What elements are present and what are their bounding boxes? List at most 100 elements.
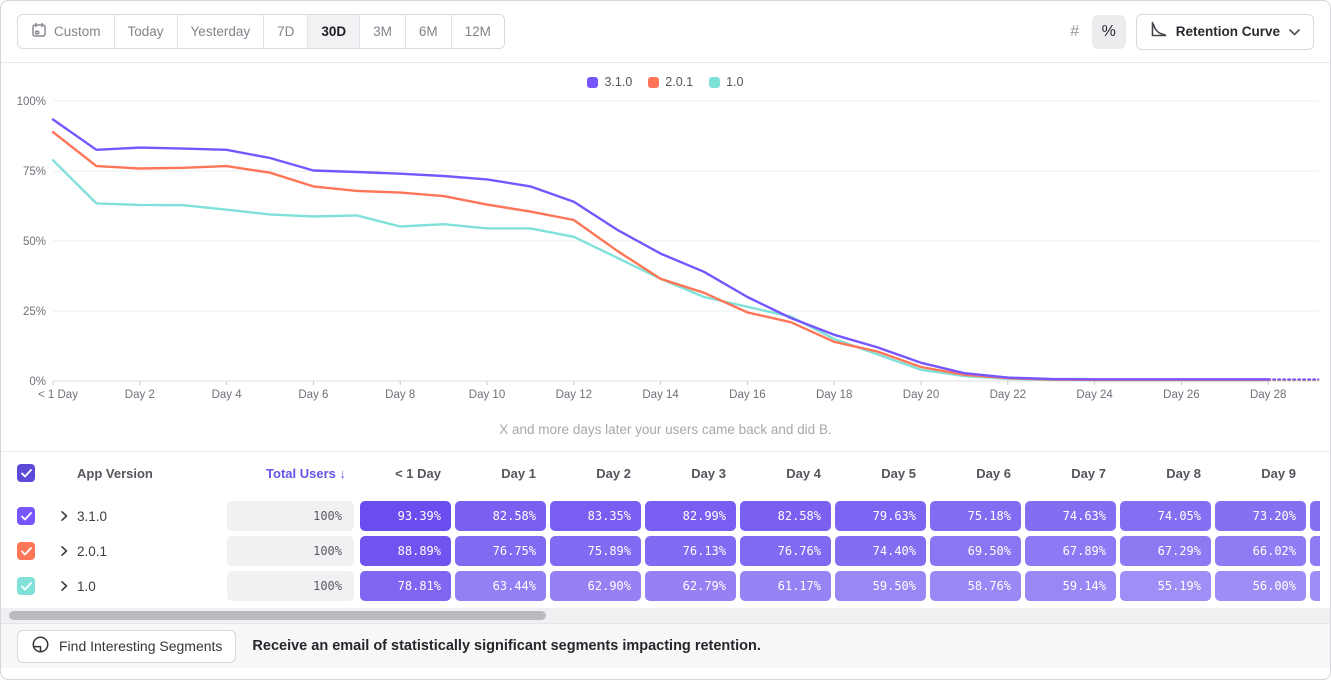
app-version-label: 3.1.0 (77, 509, 227, 524)
y-axis-tick-label: 25% (23, 306, 46, 318)
retention-cell-1.0-day5[interactable]: 59.50% (835, 571, 926, 601)
toolbar-right: #% Retention Curve (1058, 14, 1314, 50)
series-line-1.0[interactable] (53, 160, 1268, 380)
date-range-7d[interactable]: 7D (264, 15, 308, 48)
legend-item-3.1.0[interactable]: 3.1.0 (587, 75, 632, 89)
column-day-7: Day 7 (1025, 466, 1116, 481)
x-axis-tick-label: < 1 Day (38, 389, 78, 401)
retention-cell-3.1.0-day2[interactable]: 83.35% (550, 501, 641, 531)
retention-cell-1.0-day9[interactable]: 56.00% (1215, 571, 1306, 601)
column-day-4: Day 4 (740, 466, 831, 481)
find-interesting-segments-button[interactable]: Find Interesting Segments (17, 630, 236, 663)
row-checkbox[interactable] (17, 507, 35, 525)
series-line-3.1.0[interactable] (53, 120, 1268, 380)
retention-cell-2.0.1-day7[interactable]: 67.89% (1025, 536, 1116, 566)
x-axis-tick-label: Day 18 (816, 389, 852, 401)
retention-cell-2.0.1-day5[interactable]: 74.40% (835, 536, 926, 566)
date-range-label: 3M (373, 24, 392, 39)
chart-type-dropdown[interactable]: Retention Curve (1136, 14, 1314, 50)
table-row-2.0.1: 2.0.1100%88.89%76.75%75.89%76.13%76.76%7… (1, 535, 1330, 567)
chevron-down-icon (1289, 23, 1300, 41)
retention-cell-3.1.0-day4[interactable]: 82.58% (740, 501, 831, 531)
x-axis-tick-label: Day 16 (729, 389, 765, 401)
footer-bar: Find Interesting Segments Receive an ema… (1, 623, 1330, 668)
x-axis-tick-label: Day 4 (212, 389, 243, 401)
app-version-label: 2.0.1 (77, 544, 227, 559)
legend-label: 3.1.0 (604, 75, 632, 89)
row-checkbox[interactable] (17, 542, 35, 560)
footer-message: Receive an email of statistically signif… (252, 638, 760, 654)
retention-cell-3.1.0-day5[interactable]: 79.63% (835, 501, 926, 531)
x-axis-tick-label: Day 10 (469, 389, 505, 401)
legend-item-2.0.1[interactable]: 2.0.1 (648, 75, 693, 89)
unit-toggle: #% (1058, 15, 1126, 49)
retention-cell-2.0.1-day9[interactable]: 66.02% (1215, 536, 1306, 566)
date-range-3m[interactable]: 3M (360, 15, 406, 48)
column-app-version: App Version (77, 466, 227, 481)
date-range-today[interactable]: Today (115, 15, 178, 48)
retention-report-panel: Custom Today Yesterday 7D 30D 3M 6M12M #% Rete… (0, 0, 1331, 680)
row-expander[interactable] (57, 509, 77, 523)
retention-cell-1.0-day0[interactable]: 78.81% (360, 571, 451, 601)
absolute-numbers-toggle[interactable]: # (1058, 15, 1092, 49)
chart-subtitle: X and more days later your users came ba… (1, 414, 1330, 451)
column-day-3: Day 3 (645, 466, 736, 481)
row-checkbox[interactable] (17, 577, 35, 595)
date-range-label: 7D (277, 24, 294, 39)
select-all-checkbox[interactable] (17, 464, 35, 482)
date-range-label: Custom (54, 24, 101, 39)
retention-cell-1.0-day1[interactable]: 63.44% (455, 571, 546, 601)
date-range-12m[interactable]: 12M (452, 15, 504, 48)
date-range-30d[interactable]: 30D (308, 15, 360, 48)
horizontal-scrollbar-thumb[interactable] (9, 611, 546, 620)
horizontal-scrollbar[interactable] (1, 608, 1330, 623)
retention-cell-2.0.1-day0[interactable]: 88.89% (360, 536, 451, 566)
retention-cell-1.0-day7[interactable]: 59.14% (1025, 571, 1116, 601)
retention-cell-1.0-day3[interactable]: 62.79% (645, 571, 736, 601)
table-row-3.1.0: 3.1.0100%93.39%82.58%83.35%82.99%82.58%7… (1, 500, 1330, 532)
column-day-9: Day 9 (1215, 466, 1306, 481)
chevron-right-icon (57, 509, 71, 523)
chart-canvas: 0%25%50%75%100%< 1 DayDay 2Day 4Day 6Day… (1, 93, 1330, 409)
column-day-2: Day 2 (550, 466, 641, 481)
retention-cell-2.0.1-day4[interactable]: 76.76% (740, 536, 831, 566)
retention-cell-2.0.1-day6[interactable]: 69.50% (930, 536, 1021, 566)
legend-swatch (648, 77, 659, 88)
chart-type-label: Retention Curve (1176, 24, 1280, 39)
retention-cell-1.0-day2[interactable]: 62.90% (550, 571, 641, 601)
retention-cell-clipped (1310, 571, 1320, 601)
retention-cell-3.1.0-day7[interactable]: 74.63% (1025, 501, 1116, 531)
retention-cell-1.0-day6[interactable]: 58.76% (930, 571, 1021, 601)
date-range-custom[interactable]: Custom (18, 15, 115, 48)
total-users-cell: 100% (227, 536, 354, 566)
x-axis-tick-label: Day 24 (1076, 389, 1113, 401)
x-axis-tick-label: Day 28 (1250, 389, 1286, 401)
row-expander[interactable] (57, 579, 77, 593)
table-body: 3.1.0100%93.39%82.58%83.35%82.99%82.58%7… (1, 494, 1330, 602)
row-expander[interactable] (57, 544, 77, 558)
legend-label: 2.0.1 (665, 75, 693, 89)
date-range-yesterday[interactable]: Yesterday (178, 15, 265, 48)
legend-label: 1.0 (726, 75, 743, 89)
date-range-6m[interactable]: 6M (406, 15, 452, 48)
retention-cell-3.1.0-day6[interactable]: 75.18% (930, 501, 1021, 531)
retention-cell-2.0.1-day3[interactable]: 76.13% (645, 536, 736, 566)
retention-cell-3.1.0-day8[interactable]: 74.05% (1120, 501, 1211, 531)
chart-legend: 3.1.0 2.0.1 1.0 (1, 71, 1330, 93)
date-range-label: Yesterday (191, 24, 251, 39)
retention-cell-clipped (1310, 501, 1320, 531)
retention-cell-2.0.1-day1[interactable]: 76.75% (455, 536, 546, 566)
legend-item-1.0[interactable]: 1.0 (709, 75, 743, 89)
column-total-users-sort[interactable]: Total Users ↓ (227, 466, 360, 481)
retention-cell-1.0-day8[interactable]: 55.19% (1120, 571, 1211, 601)
retention-cell-2.0.1-day8[interactable]: 67.29% (1120, 536, 1211, 566)
retention-cell-3.1.0-day1[interactable]: 82.58% (455, 501, 546, 531)
percentage-toggle[interactable]: % (1092, 15, 1126, 49)
retention-cell-2.0.1-day2[interactable]: 75.89% (550, 536, 641, 566)
retention-cell-3.1.0-day0[interactable]: 93.39% (360, 501, 451, 531)
retention-cell-3.1.0-day9[interactable]: 73.20% (1215, 501, 1306, 531)
series-line-2.0.1[interactable] (53, 132, 1268, 380)
retention-cell-3.1.0-day3[interactable]: 82.99% (645, 501, 736, 531)
y-axis-tick-label: 0% (29, 376, 46, 388)
retention-cell-1.0-day4[interactable]: 61.17% (740, 571, 831, 601)
